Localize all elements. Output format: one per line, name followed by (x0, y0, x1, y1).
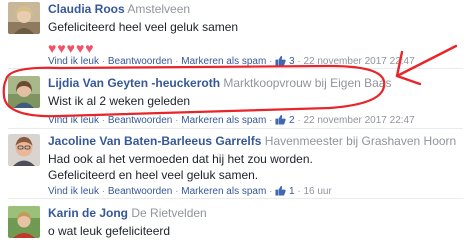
separator-dot: · (297, 186, 301, 197)
mark-as-spam-link[interactable]: Markeren als spam (181, 56, 266, 67)
comment-header: Lijdia Van Geyten -heuckeroth Marktkoopv… (48, 76, 463, 91)
reply-link[interactable]: Beantwoorden (108, 56, 173, 67)
author-subtitle[interactable]: De Rietvelden (131, 206, 206, 220)
comment-header: Jacoline Van Baten-Barleeus Garrelfs Hav… (48, 134, 463, 149)
like-count[interactable]: 1 (289, 186, 295, 197)
avatar[interactable] (8, 206, 40, 238)
timestamp[interactable]: 16 uur (303, 186, 331, 197)
like-count-icon[interactable] (275, 114, 286, 129)
comment-text-line-2: Gefeliciteerd en heel veel geluk samen. (48, 168, 259, 182)
comment-text: Gefeliciteerd heel veel geluk samen (48, 20, 239, 34)
author-name[interactable]: Karin de Jong (48, 206, 128, 220)
like-link[interactable]: Vind ik leuk (48, 186, 99, 197)
author-subtitle[interactable]: Marktkoopvrouw bij Eigen Baas (223, 76, 391, 90)
heart-emojis: ♥♥♥♥♥ (48, 40, 95, 56)
avatar[interactable] (8, 2, 40, 34)
reply-link[interactable]: Beantwoorden (108, 115, 173, 126)
avatar[interactable] (8, 134, 40, 166)
comment-actions: Vind ik leuk · Beantwoorden · Markeren a… (48, 114, 415, 129)
comment-content: Lijdia Van Geyten -heuckeroth Marktkoopv… (48, 76, 463, 126)
author-name[interactable]: Lijdia Van Geyten -heuckeroth (48, 76, 220, 90)
comment-content: Claudia Roos Amstelveen Gefeliciteerd he… (48, 2, 463, 67)
separator-dot: · (101, 56, 106, 67)
comment-text-line-1: Had ook al het vermoeden dat hij het zou… (48, 152, 313, 166)
like-count[interactable]: 2 (289, 115, 295, 126)
divider (8, 128, 463, 129)
comment-content: Karin de Jong De Rietvelden o wat leuk g… (48, 206, 463, 239)
divider (8, 198, 463, 199)
timestamp[interactable]: 22 november 2017 22:47 (303, 56, 414, 67)
author-subtitle[interactable]: Amstelveen (127, 2, 190, 16)
comment-content: Jacoline Van Baten-Barleeus Garrelfs Hav… (48, 134, 463, 197)
separator-dot: · (269, 186, 273, 197)
like-link[interactable]: Vind ik leuk (48, 115, 99, 126)
comment-text: Wist ik al 2 weken geleden (48, 94, 191, 108)
reply-link[interactable]: Beantwoorden (108, 186, 173, 197)
avatar[interactable] (8, 76, 40, 108)
like-count[interactable]: 3 (289, 56, 295, 67)
separator-dot: · (175, 186, 179, 197)
comment-text: o wat leuk gefeliciteerd (48, 224, 171, 238)
comment-claudia-roos: Claudia Roos Amstelveen Gefeliciteerd he… (8, 2, 463, 69)
separator-dot: · (101, 115, 106, 126)
separator-dot: · (175, 56, 179, 67)
separator-dot: · (269, 115, 273, 126)
comment-jacoline-van-baten: Jacoline Van Baten-Barleeus Garrelfs Hav… (8, 134, 463, 200)
comment-lijdia-van-geyten: Lijdia Van Geyten -heuckeroth Marktkoopv… (8, 76, 463, 129)
comment-header: Claudia Roos Amstelveen (48, 2, 463, 17)
author-name[interactable]: Claudia Roos (48, 2, 125, 16)
separator-dot: · (297, 115, 301, 126)
divider (8, 68, 463, 69)
author-subtitle[interactable]: Havenmeester bij Grashaven Hoorn (265, 134, 456, 148)
mark-as-spam-link[interactable]: Markeren als spam (181, 115, 266, 126)
separator-dot: · (175, 115, 179, 126)
author-name[interactable]: Jacoline Van Baten-Barleeus Garrelfs (48, 134, 261, 148)
separator-dot: · (101, 186, 106, 197)
like-link[interactable]: Vind ik leuk (48, 56, 99, 67)
mark-as-spam-link[interactable]: Markeren als spam (181, 186, 266, 197)
timestamp[interactable]: 22 november 2017 22:47 (303, 115, 414, 126)
separator-dot: · (269, 56, 273, 67)
comment-header: Karin de Jong De Rietvelden (48, 206, 463, 221)
separator-dot: · (297, 56, 301, 67)
comment-karin-de-jong: Karin de Jong De Rietvelden o wat leuk g… (8, 206, 463, 244)
